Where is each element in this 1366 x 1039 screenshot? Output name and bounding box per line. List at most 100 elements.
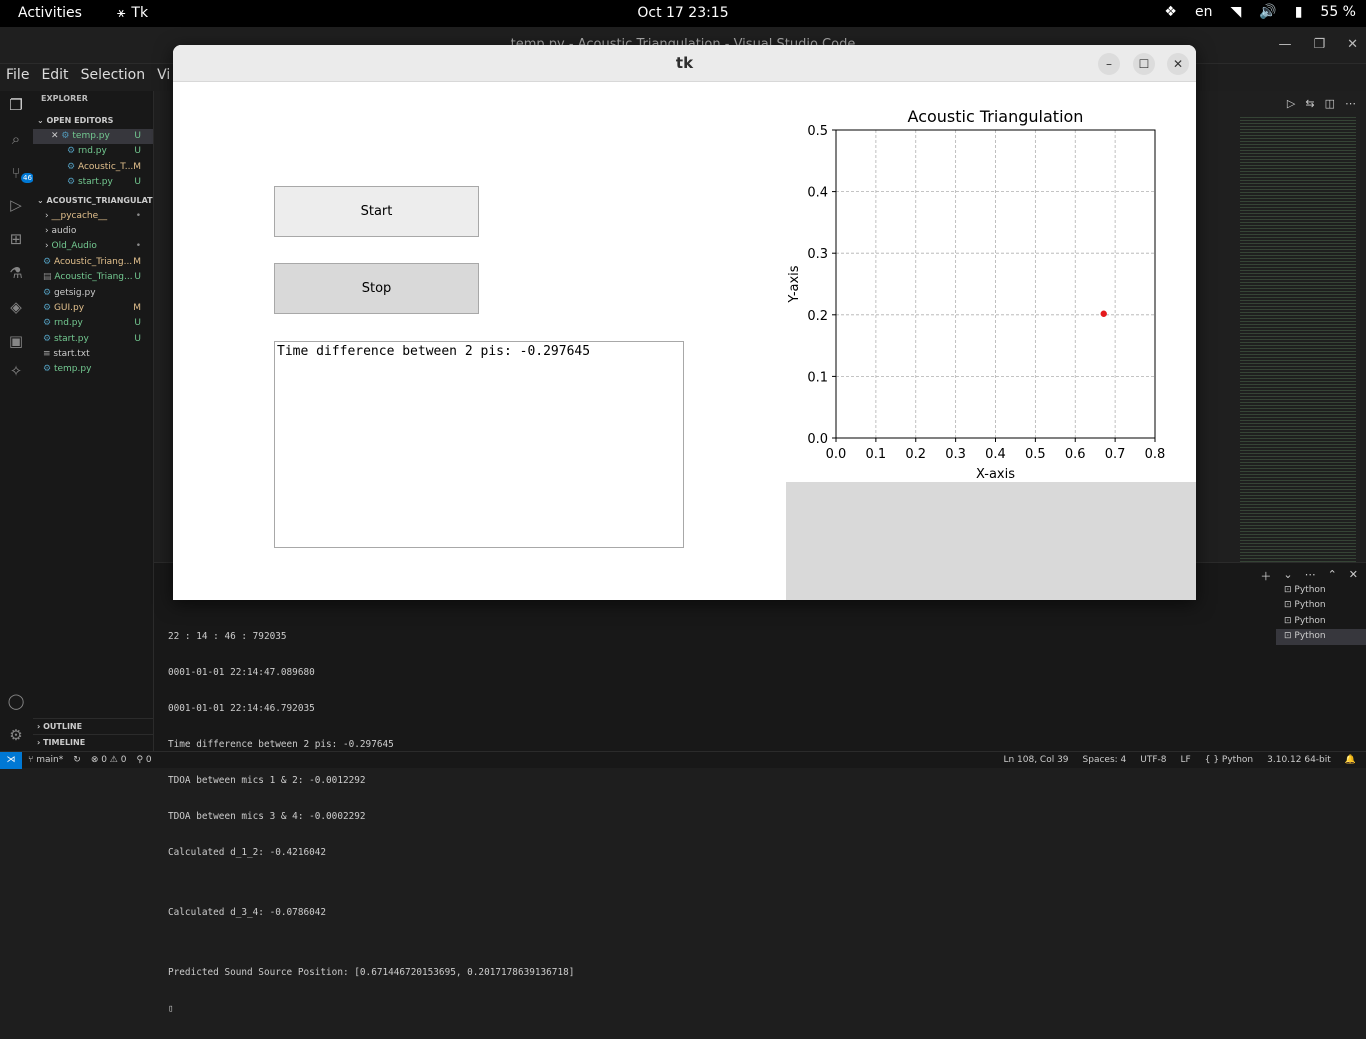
terminal-line: 22 : 14 : 46 : 792035 bbox=[168, 631, 287, 642]
file-item[interactable]: ⚙ GUI.py M bbox=[33, 301, 153, 316]
battery-icon[interactable]: ▮ bbox=[1295, 4, 1303, 20]
search-icon[interactable]: ⌕ bbox=[6, 129, 26, 149]
panel-actions: ＋ ⌄ ⋯ ⌃ ✕ bbox=[1260, 568, 1358, 584]
more-actions-icon[interactable]: ⋯ bbox=[1305, 568, 1316, 584]
file-item[interactable]: ⚙ temp.py bbox=[33, 362, 153, 377]
app-menu[interactable]: ⚹ Tk bbox=[117, 5, 148, 21]
explorer-sidebar: EXPLORER ⌄ OPEN EDITORS ✕ ⚙ temp.py U ⚙ r… bbox=[33, 91, 154, 751]
tk-titlebar[interactable]: tk – ☐ ✕ bbox=[173, 45, 1196, 82]
gear-icon[interactable]: ⚙ bbox=[6, 725, 26, 745]
source-control-badge: 46 bbox=[21, 173, 34, 183]
cursor-position[interactable]: Ln 108, Col 39 bbox=[1003, 755, 1068, 765]
folder-item[interactable]: › __pycache__ • bbox=[33, 209, 153, 224]
terminal-icon: ⊡ bbox=[1284, 615, 1292, 626]
clock[interactable]: Oct 17 23:15 bbox=[637, 5, 728, 21]
terminal-tab[interactable]: ⊡ Python bbox=[1276, 629, 1366, 645]
maximize-icon[interactable]: ❐ bbox=[1313, 37, 1325, 52]
outline-header[interactable]: › OUTLINE bbox=[33, 718, 153, 734]
folder-item[interactable]: › Old_Audio • bbox=[33, 239, 153, 254]
file-item[interactable]: ⚙ start.py U bbox=[33, 332, 153, 347]
open-editor-item[interactable]: ⚙ start.py U bbox=[33, 175, 153, 190]
testing-icon[interactable]: ⚗ bbox=[6, 263, 26, 283]
terminal-output[interactable]: 22 : 14 : 46 : 792035 0001-01-01 22:14:4… bbox=[168, 607, 574, 1039]
line-ending[interactable]: LF bbox=[1181, 755, 1191, 765]
open-editor-item[interactable]: ✕ ⚙ temp.py U bbox=[33, 129, 153, 145]
open-editor-item[interactable]: ⚙ Acoustic_T... M bbox=[33, 160, 153, 175]
menu-edit[interactable]: Edit bbox=[41, 67, 68, 89]
tk-app-icon: ⚹ bbox=[117, 5, 126, 21]
maximize-icon[interactable]: ☐ bbox=[1133, 53, 1155, 75]
terminal-tab[interactable]: ⊡ Python bbox=[1276, 598, 1366, 613]
menu-view[interactable]: Vi bbox=[157, 67, 170, 89]
app-name-label: Tk bbox=[131, 5, 149, 21]
terminal-icon: ⊡ bbox=[1284, 600, 1292, 611]
close-icon[interactable]: ✕ bbox=[1347, 37, 1358, 52]
run-debug-icon[interactable]: ▷ bbox=[6, 195, 26, 215]
open-editor-item[interactable]: ⚙ rnd.py U bbox=[33, 144, 153, 159]
file-item[interactable]: ≡ start.txt bbox=[33, 347, 153, 362]
y-tick-label: 0.4 bbox=[807, 186, 828, 201]
encoding[interactable]: UTF-8 bbox=[1140, 755, 1166, 765]
terminal-tab[interactable]: ⊡ Python bbox=[1276, 614, 1366, 629]
menu-selection[interactable]: Selection bbox=[81, 67, 146, 89]
project-folder-header[interactable]: ⌄ ACOUSTIC_TRIANGULATION bbox=[33, 193, 153, 209]
minimize-icon[interactable]: — bbox=[1278, 37, 1291, 52]
python-icon[interactable]: ◈ bbox=[6, 297, 26, 317]
minimap[interactable] bbox=[1240, 117, 1356, 587]
keyboard-layout-indicator[interactable]: en bbox=[1195, 4, 1213, 20]
notifications-icon[interactable]: 🔔 bbox=[1345, 755, 1356, 765]
ports-indicator[interactable]: ⚲ 0 bbox=[136, 755, 151, 765]
split-editor-icon[interactable]: ◫ bbox=[1325, 97, 1335, 110]
file-item[interactable]: ⚙ rnd.py U bbox=[33, 316, 153, 331]
remote-indicator-icon[interactable]: ⋊ bbox=[0, 752, 22, 769]
y-tick-label: 0.2 bbox=[807, 309, 828, 324]
close-panel-icon[interactable]: ✕ bbox=[1349, 568, 1358, 584]
system-tray[interactable]: ❖ en ◥ 🔊 ▮ 55 % bbox=[1164, 4, 1356, 20]
tk-window-title: tk bbox=[675, 54, 694, 72]
terminal-line: TDOA between mics 1 & 2: -0.0012292 bbox=[168, 775, 366, 786]
close-icon[interactable]: ✕ bbox=[1167, 53, 1189, 75]
terminal-tab[interactable]: ⊡ Python bbox=[1276, 583, 1366, 598]
problems-indicator[interactable]: ⊗ 0 ⚠ 0 bbox=[91, 755, 127, 765]
menu-file[interactable]: File bbox=[6, 67, 29, 89]
more-actions-icon[interactable]: ⋯ bbox=[1345, 97, 1356, 110]
wifi-icon[interactable]: ◥ bbox=[1230, 4, 1241, 20]
battery-percent[interactable]: 55 % bbox=[1320, 4, 1356, 20]
activities-button[interactable]: Activities bbox=[18, 5, 82, 21]
account-icon[interactable]: ◯ bbox=[6, 691, 26, 711]
volume-icon[interactable]: 🔊 bbox=[1259, 4, 1276, 20]
run-icon[interactable]: ▷ bbox=[1287, 97, 1295, 110]
dropbox-icon[interactable]: ❖ bbox=[1164, 4, 1177, 20]
python-interpreter[interactable]: 3.10.12 64-bit bbox=[1267, 755, 1331, 765]
remote-explorer-icon[interactable]: ▣ bbox=[6, 331, 26, 351]
diff-icon[interactable]: ⇆ bbox=[1305, 97, 1314, 110]
folder-item[interactable]: › audio bbox=[33, 224, 153, 239]
file-item[interactable]: ▤ Acoustic_Triang... U bbox=[33, 270, 153, 285]
source-control-icon[interactable]: ⑂ 46 bbox=[6, 163, 34, 183]
start-button[interactable]: Start bbox=[274, 186, 479, 237]
maximize-panel-icon[interactable]: ⌃ bbox=[1328, 568, 1337, 584]
x-tick-label: 0.5 bbox=[1025, 447, 1046, 462]
new-terminal-icon[interactable]: ＋ bbox=[1260, 568, 1271, 584]
language-mode[interactable]: { } Python bbox=[1205, 755, 1253, 765]
terminal-line: Calculated d_1_2: -0.4216042 bbox=[168, 847, 327, 858]
extensions-icon[interactable]: ⊞ bbox=[6, 229, 26, 249]
y-tick-label: 0.5 bbox=[807, 124, 828, 139]
y-tick-label: 0.1 bbox=[807, 370, 828, 385]
file-item[interactable]: ⚙ Acoustic_Triang... M bbox=[33, 255, 153, 270]
sync-icon[interactable]: ↻ bbox=[73, 755, 81, 765]
branch-indicator[interactable]: ⑂ main* bbox=[28, 755, 63, 765]
output-text-box[interactable]: Time difference between 2 pis: -0.297645 bbox=[274, 341, 684, 548]
x-tick-label: 0.0 bbox=[826, 447, 847, 462]
extension-bird-icon[interactable]: ✧ bbox=[6, 361, 26, 381]
timeline-header[interactable]: › TIMELINE bbox=[33, 734, 153, 750]
chevron-down-icon[interactable]: ⌄ bbox=[1283, 568, 1292, 584]
terminal-line: Predicted Sound Source Position: [0.6714… bbox=[168, 967, 575, 978]
open-editors-header[interactable]: ⌄ OPEN EDITORS bbox=[33, 113, 153, 129]
file-item[interactable]: ⚙ getsig.py bbox=[33, 286, 153, 301]
indentation[interactable]: Spaces: 4 bbox=[1083, 755, 1127, 765]
explorer-icon[interactable]: ❐ bbox=[6, 95, 26, 115]
terminal-icon: ⊡ bbox=[1284, 631, 1292, 642]
stop-button[interactable]: Stop bbox=[274, 263, 479, 314]
minimize-icon[interactable]: – bbox=[1098, 53, 1120, 75]
